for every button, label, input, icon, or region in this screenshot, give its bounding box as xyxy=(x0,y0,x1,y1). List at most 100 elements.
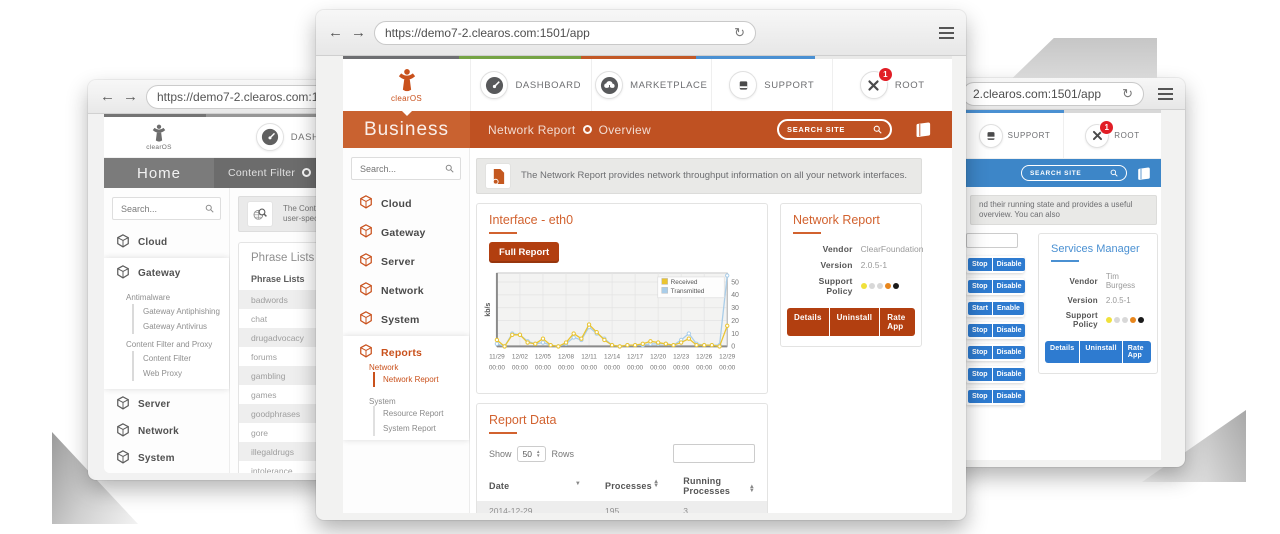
breadcrumb-app[interactable]: Content Filter xyxy=(228,167,295,179)
sidebar-item-system[interactable]: System xyxy=(343,305,469,334)
sidebar-item-system[interactable]: System xyxy=(104,445,229,472)
sidebar-item-label: Gateway xyxy=(381,227,426,239)
sidebar-item-network[interactable]: Network xyxy=(343,276,469,305)
tree-leaf-item[interactable]: Web Proxy xyxy=(132,366,229,381)
action-rows: StopDisableStopDisableStartEnableStopDis… xyxy=(966,256,1024,405)
nav-dashboard-label: DASHBOARD xyxy=(515,80,581,91)
menu-icon[interactable] xyxy=(939,27,954,39)
sidebar-item-cloud[interactable]: Cloud xyxy=(104,229,229,256)
version-value: 2.0.5-1 xyxy=(1106,296,1147,305)
menu-icon[interactable] xyxy=(1158,88,1173,100)
svg-text:00:00: 00:00 xyxy=(512,364,529,371)
table-filter-input[interactable] xyxy=(673,444,755,463)
main-area: The Network Report provides network thro… xyxy=(470,148,952,513)
breadcrumb-dot-icon xyxy=(302,168,311,177)
start-button[interactable]: Start xyxy=(968,302,992,315)
enable-button[interactable]: Enable xyxy=(993,302,1024,315)
rows-select[interactable]: 50 ▲▼ xyxy=(517,446,547,462)
search-icon xyxy=(445,164,454,173)
sidebar-item-resource-report[interactable]: Resource Report xyxy=(373,406,469,421)
logo-text: clearOS xyxy=(391,94,422,103)
nav-support[interactable]: SUPPORT xyxy=(711,59,832,111)
url-bar[interactable]: https://demo7-2.clearos.com:1501/app ↻ xyxy=(374,21,756,45)
disable-button[interactable]: Disable xyxy=(993,390,1026,403)
sidebar-search[interactable] xyxy=(351,157,461,180)
rate-app-button[interactable]: Rate App xyxy=(880,308,915,336)
url-bar[interactable]: 2.clearos.com:1501/app ↻ xyxy=(962,82,1144,106)
vendor-label: Vendor xyxy=(1049,277,1106,286)
sidebar-item-cloud[interactable]: Cloud xyxy=(343,189,469,218)
nav-support[interactable]: SUPPORT xyxy=(966,113,1063,158)
sidebar-item-network-report[interactable]: Network Report xyxy=(373,372,469,387)
reload-icon[interactable]: ↻ xyxy=(734,25,745,41)
sidebar-item-gateway[interactable]: Gateway xyxy=(104,260,229,287)
tree-leaf-item[interactable]: Content Filter xyxy=(132,351,229,366)
uninstall-button[interactable]: Uninstall xyxy=(1080,341,1121,363)
site-search[interactable]: SEARCH SITE xyxy=(777,119,892,140)
book-icon[interactable] xyxy=(1137,167,1153,180)
disable-button[interactable]: Disable xyxy=(993,258,1026,271)
clearos-logo-icon xyxy=(149,123,169,143)
forward-arrow-icon[interactable]: → xyxy=(351,25,366,40)
stop-button[interactable]: Stop xyxy=(968,324,992,337)
info-banner: The Network Report provides network thro… xyxy=(476,158,922,194)
svg-text:12/14: 12/14 xyxy=(604,353,621,360)
rate-app-button[interactable]: Rate App xyxy=(1123,341,1151,363)
nav-root[interactable]: 1 ROOT xyxy=(832,59,953,111)
disable-button[interactable]: Disable xyxy=(993,346,1026,359)
sidebar-item-reports[interactable]: Reports xyxy=(343,338,469,363)
sidebar-item-label: System xyxy=(381,314,420,326)
details-button[interactable]: Details xyxy=(1045,341,1079,363)
tree-leaf-item[interactable]: Gateway Antiphishing xyxy=(132,304,229,319)
nav-root[interactable]: 1 ROOT xyxy=(1063,113,1161,158)
full-report-button[interactable]: Full Report xyxy=(489,242,559,263)
column-header-running[interactable]: Running Processes▲▼ xyxy=(671,471,767,501)
sidebar-item-network[interactable]: Network xyxy=(104,418,229,445)
stop-button[interactable]: Stop xyxy=(968,280,992,293)
site-search[interactable]: SEARCH SITE xyxy=(1021,165,1127,181)
url-text: https://demo7-2.clearos.com:15 xyxy=(157,90,325,104)
policy-dot xyxy=(861,283,867,289)
card-title: Services Manager xyxy=(1039,234,1157,262)
sidebar-search[interactable] xyxy=(112,197,221,220)
reload-icon[interactable]: ↻ xyxy=(1122,86,1133,102)
sidebar-item-gateway[interactable]: Gateway xyxy=(343,218,469,247)
version-value: 2.0.5-1 xyxy=(861,260,911,270)
logo-notch xyxy=(402,111,412,116)
chart-svg: 01020304050kb/s11/2900:0012/0200:0012/05… xyxy=(483,267,761,380)
back-arrow-icon[interactable]: ← xyxy=(100,89,115,104)
vendor-value: ClearFoundation xyxy=(861,244,911,254)
forward-arrow-icon[interactable]: → xyxy=(123,89,138,104)
stop-button[interactable]: Stop xyxy=(968,390,992,403)
sidebar-search-input[interactable] xyxy=(358,163,445,175)
sidebar-item-system-report[interactable]: System Report xyxy=(373,421,469,436)
details-button[interactable]: Details xyxy=(787,308,829,336)
back-arrow-icon[interactable]: ← xyxy=(328,25,343,40)
nav-marketplace[interactable]: MARKETPLACE xyxy=(591,59,712,111)
sidebar-item-server[interactable]: Server xyxy=(343,247,469,276)
stop-button[interactable]: Stop xyxy=(968,258,992,271)
stop-button[interactable]: Stop xyxy=(968,346,992,359)
breadcrumb-app[interactable]: Network Report xyxy=(488,123,576,137)
disable-button[interactable]: Disable xyxy=(993,368,1026,381)
disable-button[interactable]: Disable xyxy=(993,280,1026,293)
policy-dot xyxy=(893,283,899,289)
book-icon[interactable] xyxy=(915,122,934,137)
column-header-processes[interactable]: Processes▲▼ xyxy=(593,471,671,501)
cube-icon xyxy=(359,195,373,212)
svg-text:00:00: 00:00 xyxy=(696,364,713,371)
sidebar-item-label: Cloud xyxy=(381,198,412,210)
sidebar-search-input[interactable] xyxy=(119,203,205,215)
nav-dashboard[interactable]: DASHBOARD xyxy=(470,59,591,111)
uninstall-button[interactable]: Uninstall xyxy=(830,308,880,336)
breadcrumb-page: Overview xyxy=(599,123,651,137)
table-filter-input[interactable] xyxy=(966,233,1018,248)
sidebar-item-server[interactable]: Server xyxy=(104,391,229,418)
stop-button[interactable]: Stop xyxy=(968,368,992,381)
tree-leaf-item[interactable]: Gateway Antivirus xyxy=(132,319,229,334)
table-header-row: Date▼ Processes▲▼ Running Processes▲▼ xyxy=(477,471,767,501)
svg-text:Transmitted: Transmitted xyxy=(671,288,705,295)
sidebar-item-reports[interactable]: Reports xyxy=(104,472,229,473)
disable-button[interactable]: Disable xyxy=(993,324,1026,337)
column-header-date[interactable]: Date▼ xyxy=(477,471,593,501)
